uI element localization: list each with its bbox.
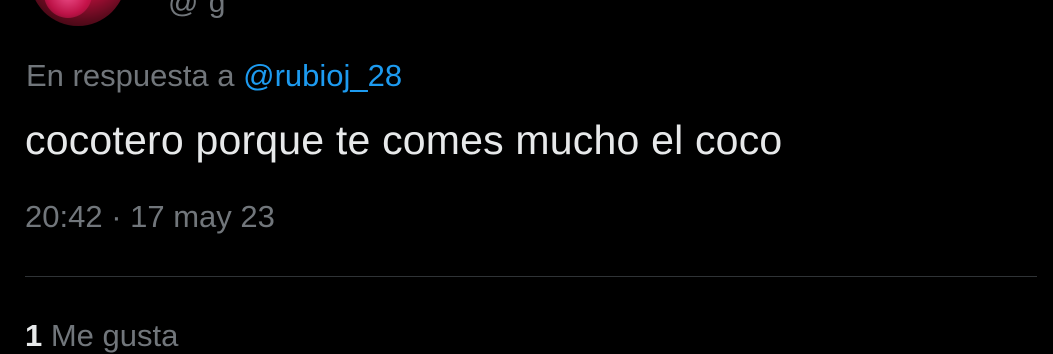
- reply-mention-link[interactable]: @rubioj_28: [243, 58, 402, 93]
- avatar[interactable]: [30, 0, 126, 26]
- reply-prefix: En respuesta a: [26, 58, 244, 93]
- divider: [25, 276, 1037, 277]
- author-handle[interactable]: @ g: [168, 0, 226, 20]
- tweet-text: cocotero porque te comes mucho el coco: [25, 117, 783, 163]
- tweet-time: 20:42: [25, 199, 103, 234]
- likes-stat[interactable]: 1 Me gusta: [25, 318, 178, 354]
- tweet-timestamp[interactable]: 20:42 · 17 may 23: [25, 199, 275, 235]
- meta-separator: ·: [102, 199, 131, 234]
- reply-context: En respuesta a @rubioj_28: [26, 58, 402, 94]
- tweet-date: 17 may 23: [130, 199, 275, 234]
- likes-count: 1: [25, 318, 43, 353]
- likes-label: Me gusta: [42, 318, 179, 353]
- avatar-image: [44, 0, 92, 18]
